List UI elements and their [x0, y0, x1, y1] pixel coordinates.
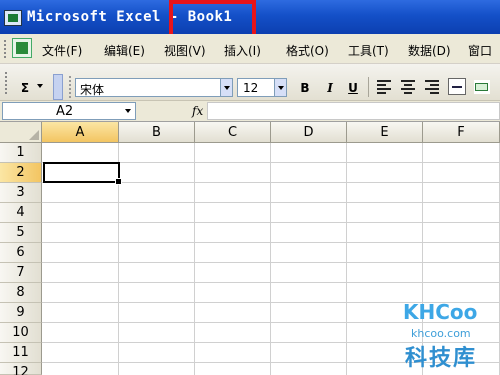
name-box-dropdown-icon[interactable] — [125, 109, 131, 113]
merge-center-icon[interactable] — [448, 78, 466, 95]
row-header-3[interactable]: 3 — [0, 183, 42, 203]
workbook-icon[interactable] — [12, 38, 32, 58]
italic-button[interactable]: I — [323, 79, 337, 97]
menu-grip-handle[interactable] — [4, 40, 8, 58]
row-header-11[interactable]: 11 — [0, 343, 42, 363]
menu-format[interactable]: 格式(O) — [286, 42, 329, 59]
font-size-dropdown-icon[interactable] — [274, 79, 286, 96]
row-header-12[interactable]: 12 — [0, 363, 42, 375]
menu-file[interactable]: 文件(F) — [42, 42, 82, 59]
row-header-9[interactable]: 9 — [0, 303, 42, 323]
column-header-e[interactable]: E — [347, 122, 423, 143]
toolbar-separator — [69, 76, 71, 98]
menu-bar: 文件(F) 编辑(E) 视图(V) 插入(I) 格式(O) 工具(T) 数据(D… — [0, 34, 500, 64]
row-gridline — [42, 262, 500, 263]
menu-tools[interactable]: 工具(T) — [348, 42, 389, 59]
row-header-5[interactable]: 5 — [0, 223, 42, 243]
autosum-dropdown-icon[interactable] — [37, 84, 43, 88]
bold-button[interactable]: B — [298, 79, 312, 97]
row-header-7[interactable]: 7 — [0, 263, 42, 283]
row-header-10[interactable]: 10 — [0, 323, 42, 343]
menu-insert[interactable]: 插入(I) — [224, 42, 261, 59]
formula-bar: A2 fx — [0, 101, 500, 122]
font-name-select[interactable]: 宋体 — [75, 78, 233, 97]
name-box[interactable]: A2 — [2, 102, 136, 120]
row-gridline — [42, 242, 500, 243]
row-header-6[interactable]: 6 — [0, 243, 42, 263]
column-gridline — [270, 143, 271, 375]
font-size-value: 12 — [243, 81, 259, 95]
menu-data[interactable]: 数据(D) — [408, 42, 451, 59]
align-right-icon[interactable] — [425, 80, 439, 94]
row-header-8[interactable]: 8 — [0, 283, 42, 303]
menu-window[interactable]: 窗口 — [468, 42, 492, 59]
currency-icon[interactable] — [474, 80, 490, 94]
formula-input[interactable] — [207, 102, 500, 120]
watermark-name: 科技库 — [405, 346, 478, 371]
align-center-icon[interactable] — [401, 80, 415, 94]
name-box-value: A2 — [56, 104, 74, 119]
excel-app-icon — [4, 10, 22, 26]
row-gridline — [42, 202, 500, 203]
select-all-button[interactable] — [0, 122, 42, 143]
insert-function-icon[interactable]: fx — [192, 104, 203, 118]
menu-edit[interactable]: 编辑(E) — [104, 42, 145, 59]
row-header-1[interactable]: 1 — [0, 143, 42, 163]
toolbar-separator — [368, 77, 369, 97]
column-header-c[interactable]: C — [195, 122, 271, 143]
toolbar-options-icon[interactable] — [53, 74, 63, 100]
menu-view[interactable]: 视图(V) — [164, 42, 206, 59]
row-header-4[interactable]: 4 — [0, 203, 42, 223]
column-gridline — [346, 143, 347, 375]
row-gridline — [42, 222, 500, 223]
column-header-a[interactable]: A — [42, 122, 119, 143]
row-header-2[interactable]: 2 — [0, 163, 42, 183]
align-left-icon[interactable] — [377, 80, 391, 94]
active-cell-a2[interactable] — [43, 162, 122, 185]
row-gridline — [42, 282, 500, 283]
font-size-select[interactable]: 12 — [237, 78, 287, 97]
column-header-b[interactable]: B — [119, 122, 195, 143]
column-header-f[interactable]: F — [423, 122, 500, 143]
watermark-logo: KHCoo — [403, 300, 478, 324]
autosum-button[interactable]: Σ — [18, 79, 32, 97]
column-header-d[interactable]: D — [271, 122, 347, 143]
column-gridline — [194, 143, 195, 375]
font-name-value: 宋体 — [80, 83, 105, 97]
toolbar-grip-handle[interactable] — [5, 72, 9, 94]
watermark-domain: khcoo.com — [411, 327, 471, 340]
font-dropdown-icon[interactable] — [220, 79, 232, 96]
site-watermark: KHCoo khcoo.com 科技库 — [393, 294, 500, 375]
underline-button[interactable]: U — [346, 79, 360, 97]
